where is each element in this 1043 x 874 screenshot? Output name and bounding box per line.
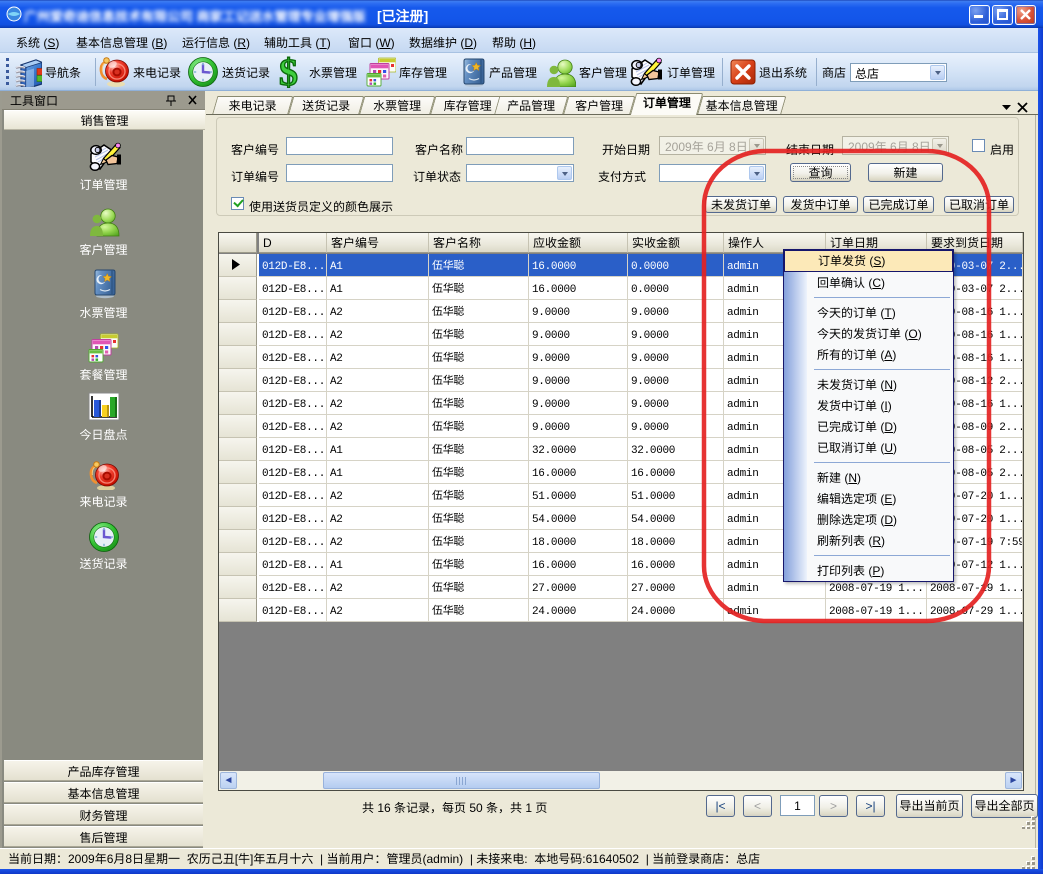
svg-text:$: $	[279, 56, 298, 88]
